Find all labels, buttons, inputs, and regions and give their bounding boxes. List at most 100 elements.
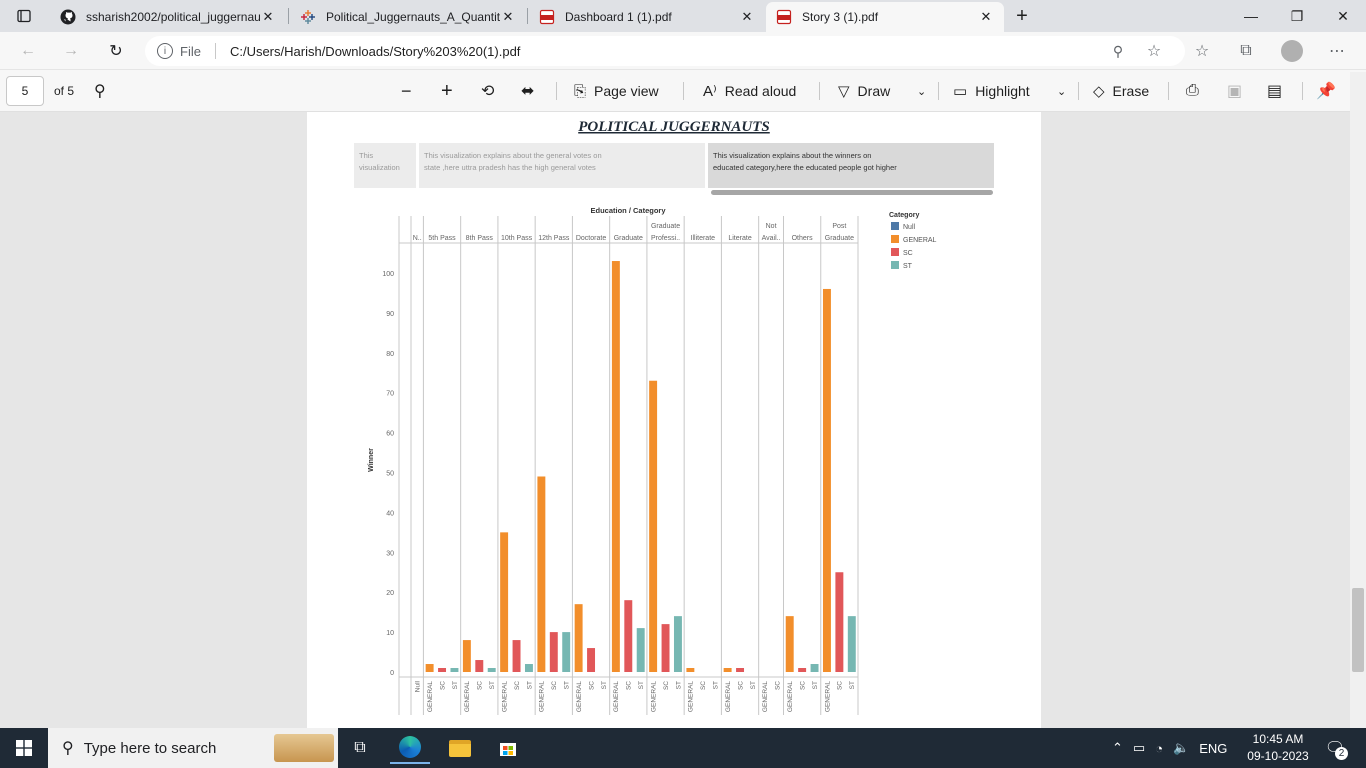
zoom-out-button[interactable]: −: [401, 76, 412, 106]
bar-graduate-professi--st[interactable]: [673, 616, 682, 672]
pin-toolbar-button[interactable]: 📌: [1316, 76, 1336, 106]
save-button[interactable]: ▣: [1227, 76, 1242, 106]
panel-header-label: 12th Pass: [538, 235, 570, 242]
bar-doctorate-general[interactable]: [574, 604, 583, 672]
bar-8th-pass-st[interactable]: [487, 668, 496, 672]
tab-dashboard-pdf[interactable]: Dashboard 1 (1).pdf ✕: [529, 2, 765, 32]
zoom-button[interactable]: ⚲: [1103, 36, 1133, 66]
legend-swatch-null[interactable]: [891, 222, 899, 230]
legend-swatch-general[interactable]: [891, 235, 899, 243]
print-button[interactable]: ⎙: [1186, 76, 1199, 106]
taskbar: ⚲ Type here to search ⧉ ⌃ ▭ ◔ 🔈 ENG 10:4…: [0, 728, 1366, 768]
forward-button[interactable]: →: [56, 36, 86, 66]
clock[interactable]: 10:45 AM 09-10-2023: [1240, 731, 1316, 765]
bar-literate-general[interactable]: [723, 668, 732, 672]
info-icon: i: [157, 43, 173, 59]
profile-button[interactable]: [1277, 36, 1307, 66]
bar-literate-sc[interactable]: [736, 668, 745, 672]
search-button[interactable]: ⚲: [94, 76, 106, 106]
read-aloud-button[interactable]: A⁾ Read aloud: [703, 76, 796, 106]
bar-5th-pass-st[interactable]: [450, 668, 459, 672]
bar-8th-pass-sc[interactable]: [475, 660, 484, 672]
story-scrollbar[interactable]: [711, 190, 993, 195]
taskbar-edge[interactable]: [390, 732, 430, 764]
draw-button[interactable]: ▽ Draw: [838, 76, 890, 106]
scrollbar-thumb[interactable]: [1352, 588, 1364, 672]
bar-post-graduate-general[interactable]: [822, 288, 831, 672]
fit-width-button[interactable]: ⬌: [521, 76, 534, 106]
url-field[interactable]: i File C:/Users/Harish/Downloads/Story%2…: [145, 36, 1185, 66]
bar-post-graduate-st[interactable]: [847, 616, 856, 672]
volume-icon[interactable]: 🔈: [1173, 740, 1189, 756]
edge-icon: [399, 736, 421, 758]
notifications-button[interactable]: 🗨 2: [1322, 736, 1348, 760]
highlight-button[interactable]: ▭ Highlight: [953, 76, 1030, 106]
bar-8th-pass-general[interactable]: [462, 640, 471, 672]
y-tick-label: 50: [386, 471, 394, 478]
favorite-button[interactable]: ☆: [1139, 36, 1169, 66]
legend-swatch-sc[interactable]: [891, 248, 899, 256]
bar-12th-pass-general[interactable]: [537, 476, 546, 672]
bar-10th-pass-st[interactable]: [524, 664, 533, 672]
new-tab-button[interactable]: +: [1004, 0, 1040, 32]
tab-story-pdf[interactable]: Story 3 (1).pdf ✕: [766, 2, 1004, 32]
wifi-icon[interactable]: ◔: [1155, 741, 1163, 756]
tab-github[interactable]: ssharish2002/political_juggernau ✕: [50, 2, 286, 32]
rotate-button[interactable]: ⟲: [481, 76, 494, 106]
bar-illiterate-general[interactable]: [686, 668, 695, 672]
minimize-button[interactable]: —: [1228, 0, 1274, 32]
bar-5th-pass-general[interactable]: [425, 664, 434, 672]
toolbar-divider: [819, 82, 820, 100]
taskbar-search-box[interactable]: ⚲ Type here to search: [48, 728, 338, 768]
taskbar-store[interactable]: [488, 732, 528, 764]
highlight-options-button[interactable]: ⌄: [1057, 76, 1066, 106]
battery-icon[interactable]: ▭: [1133, 740, 1145, 756]
tab-tableau[interactable]: Political_Juggernauts_A_Quantita ✕: [290, 2, 526, 32]
bar-12th-pass-st[interactable]: [562, 632, 571, 672]
settings-menu-button[interactable]: ⋯: [1322, 36, 1352, 66]
close-window-button[interactable]: ✕: [1320, 0, 1366, 32]
bar-graduate-st[interactable]: [636, 628, 645, 672]
bar-graduate-professi--sc[interactable]: [661, 624, 670, 672]
bar-graduate-sc[interactable]: [624, 600, 633, 672]
bar-others-st[interactable]: [810, 664, 819, 672]
zoom-in-button[interactable]: +: [441, 76, 453, 106]
refresh-button[interactable]: ↻: [101, 36, 131, 66]
bar-others-sc[interactable]: [798, 668, 807, 672]
bar-10th-pass-general[interactable]: [500, 532, 509, 672]
close-icon[interactable]: ✕: [739, 9, 755, 25]
legend-label: GENERAL: [903, 237, 937, 244]
taskbar-search-placeholder: Type here to search: [83, 739, 217, 757]
close-icon[interactable]: ✕: [260, 9, 276, 25]
collections-button[interactable]: ⧉: [1231, 36, 1261, 66]
collections-icon: ⧉: [1240, 42, 1252, 59]
bar-10th-pass-sc[interactable]: [512, 640, 521, 672]
draw-options-button[interactable]: ⌄: [917, 76, 926, 106]
back-button[interactable]: ←: [13, 36, 43, 66]
page-view-button[interactable]: ⎘ Page view: [574, 76, 659, 106]
close-icon[interactable]: ✕: [978, 9, 994, 25]
task-view-button[interactable]: ⧉: [340, 732, 380, 764]
bar-graduate-professi--general[interactable]: [649, 380, 658, 672]
legend-swatch-st[interactable]: [891, 261, 899, 269]
bar-12th-pass-sc[interactable]: [549, 632, 558, 672]
bar-graduate-general[interactable]: [611, 261, 620, 672]
chevron-up-icon[interactable]: ⌃: [1112, 740, 1123, 756]
erase-button[interactable]: ◇ Erase: [1093, 76, 1149, 106]
close-icon[interactable]: ✕: [500, 9, 516, 25]
taskbar-file-explorer[interactable]: [440, 732, 480, 764]
restore-button[interactable]: ❐: [1274, 0, 1320, 32]
favorites-button[interactable]: ☆: [1187, 36, 1217, 66]
bar-post-graduate-sc[interactable]: [835, 572, 844, 672]
language-indicator[interactable]: ENG: [1199, 741, 1227, 756]
page-number-input[interactable]: 5: [6, 76, 44, 106]
save-as-button[interactable]: ▤: [1267, 76, 1282, 106]
y-tick-label: 40: [386, 510, 394, 517]
clock-date: 09-10-2023: [1247, 749, 1309, 763]
bar-5th-pass-sc[interactable]: [438, 668, 447, 672]
bar-others-general[interactable]: [785, 616, 794, 672]
bar-doctorate-sc[interactable]: [587, 648, 596, 672]
start-button[interactable]: [4, 732, 44, 764]
tab-actions-button[interactable]: [4, 0, 44, 32]
y-tick-label: 60: [386, 431, 394, 438]
